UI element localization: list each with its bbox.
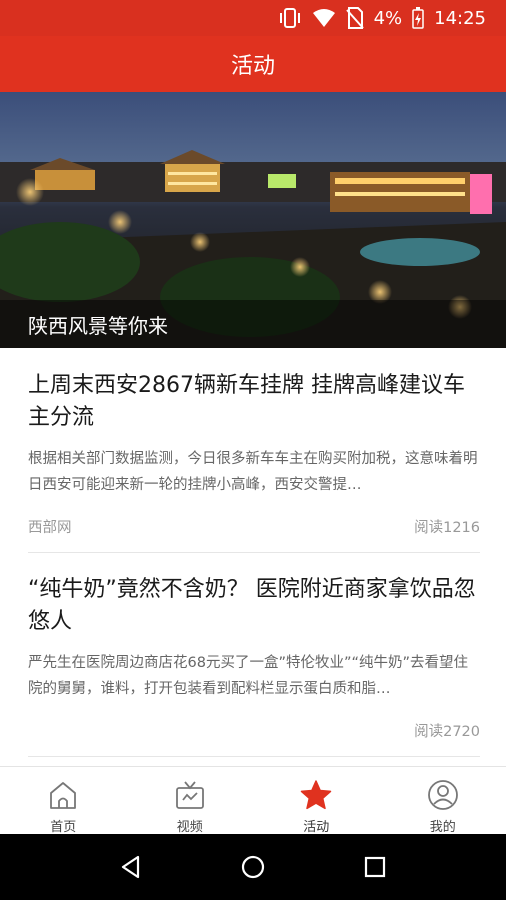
vibrate-icon [279, 8, 300, 28]
tab-home[interactable]: 首页 [0, 767, 127, 835]
tab-video[interactable]: 视频 [127, 767, 254, 835]
news-meta: 西部网 阅读1216 [28, 516, 480, 537]
news-item[interactable]: “纯牛奶”竟然不含奶？ 医院附近商家拿饮品忽悠人 严先生在医院周边商店花68元买… [28, 574, 480, 741]
news-title: “纯牛奶”竟然不含奶？ 医院附近商家拿饮品忽悠人 [28, 577, 476, 634]
back-icon[interactable] [118, 854, 144, 880]
tab-label: 活动 [303, 820, 330, 835]
page-title: 活动 [230, 54, 275, 79]
news-item[interactable]: 上周末西安2867辆新车挂牌 挂牌高峰建议车主分流 根据相关部门数据监测，今日很… [28, 370, 480, 537]
header-bar: 活动 [0, 36, 506, 92]
profile-icon [427, 780, 458, 810]
recents-icon[interactable] [362, 854, 388, 880]
tab-label: 首页 [50, 820, 77, 835]
banner-caption: 陕西风景等你来 [0, 300, 506, 348]
home-icon [50, 782, 77, 809]
bottom-tab-bar: 首页 视频 活动 我的 [0, 766, 506, 835]
no-sim-icon [345, 7, 364, 29]
banner-carousel[interactable]: 陕西风景等你来 [0, 92, 506, 348]
status-bar: 4% 14:25 [0, 0, 506, 36]
tv-icon [175, 781, 204, 809]
star-icon [301, 780, 332, 810]
clock: 14:25 [434, 7, 486, 29]
news-read-count: 阅读1216 [414, 520, 480, 536]
news-meta: 阅读2720 [28, 720, 480, 741]
tab-label: 视频 [176, 820, 203, 835]
divider [28, 552, 480, 553]
tab-label: 我的 [429, 820, 456, 835]
system-nav-bar [0, 834, 506, 900]
news-summary: 严先生在医院周边商店花68元买了一盒”特伦牧业”“纯牛奶”去看望住院的舅舅，谁料… [28, 655, 468, 697]
news-summary: 根据相关部门数据监测，今日很多新车车主在购买附加税，这意味着明日西安可能迎来新一… [28, 451, 478, 493]
divider [28, 756, 480, 757]
news-read-count: 阅读2720 [414, 724, 480, 740]
news-source: 西部网 [28, 520, 72, 536]
tab-profile[interactable]: 我的 [380, 767, 506, 835]
news-title: 上周末西安2867辆新车挂牌 挂牌高峰建议车主分流 [28, 373, 465, 430]
battery-level: 4% [373, 7, 403, 29]
tab-activity[interactable]: 活动 [253, 767, 380, 835]
home-button-icon[interactable] [240, 854, 266, 880]
battery-charging-icon [412, 7, 424, 29]
wifi-icon [312, 9, 335, 27]
